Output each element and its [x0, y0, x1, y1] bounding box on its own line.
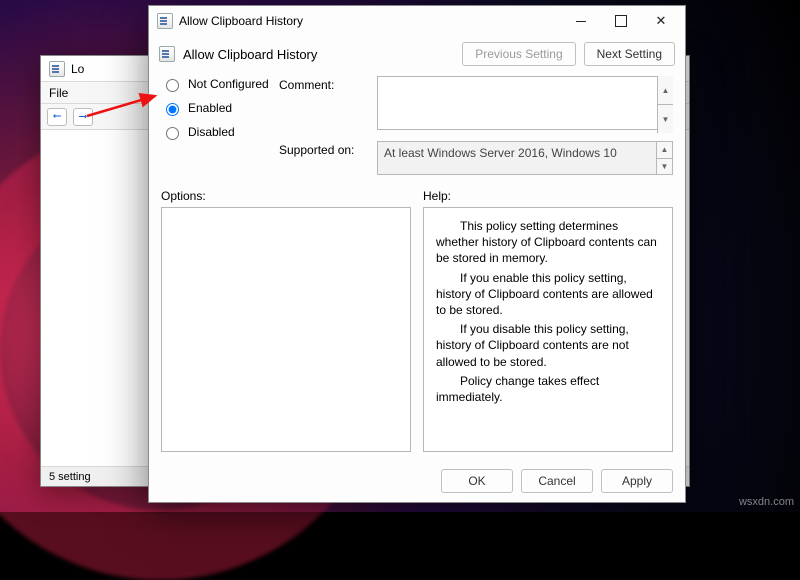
nav-forward-button[interactable]: ⭢	[73, 108, 93, 126]
dialog-titlebar[interactable]: Allow Clipboard History	[149, 6, 685, 36]
supported-scrollbar[interactable]: ▲▼	[656, 142, 672, 174]
minimize-button[interactable]	[561, 7, 601, 35]
radio-disabled-input[interactable]	[166, 127, 179, 140]
supported-on-box: At least Windows Server 2016, Windows 10…	[377, 141, 673, 175]
dialog-window-title: Allow Clipboard History	[179, 14, 303, 28]
help-p3: If you disable this policy setting, hist…	[436, 321, 660, 370]
supported-on-text: At least Windows Server 2016, Windows 10	[384, 146, 617, 160]
close-button[interactable]	[641, 7, 681, 35]
dialog-footer: OK Cancel Apply	[149, 460, 685, 502]
radio-enabled[interactable]: Enabled	[161, 100, 271, 116]
radio-disabled[interactable]: Disabled	[161, 124, 271, 140]
radio-enabled-input[interactable]	[166, 103, 179, 116]
apply-button[interactable]: Apply	[601, 469, 673, 493]
dialog-header: Allow Clipboard History Previous Setting…	[149, 36, 685, 72]
help-panel: This policy setting determines whether h…	[423, 207, 673, 452]
help-p2: If you enable this policy setting, histo…	[436, 270, 660, 319]
policy-icon	[157, 13, 173, 29]
policy-name: Allow Clipboard History	[183, 47, 454, 62]
help-p1: This policy setting determines whether h…	[436, 218, 660, 267]
ok-button[interactable]: OK	[441, 469, 513, 493]
watermark: wsxdn.com	[739, 496, 794, 508]
menu-file[interactable]: File	[49, 82, 68, 103]
policy-dialog: Allow Clipboard History Allow Clipboard …	[148, 5, 686, 503]
help-label: Help:	[423, 189, 673, 203]
radio-not-configured-label: Not Configured	[188, 77, 269, 91]
next-setting-button[interactable]: Next Setting	[584, 42, 675, 66]
radio-not-configured-input[interactable]	[166, 79, 179, 92]
gpedit-icon	[49, 61, 65, 77]
cancel-button[interactable]: Cancel	[521, 469, 593, 493]
maximize-button[interactable]	[601, 7, 641, 35]
options-panel	[161, 207, 411, 452]
radio-enabled-label: Enabled	[188, 101, 232, 115]
comment-label: Comment:	[279, 76, 369, 92]
gpedit-title-text: Lo	[71, 56, 84, 82]
supported-label: Supported on:	[279, 141, 369, 157]
state-radio-group: Not Configured Enabled Disabled	[161, 76, 271, 140]
comment-scrollbar[interactable]: ▲▼	[657, 76, 673, 133]
nav-back-button[interactable]: ⭠	[47, 108, 67, 126]
comment-textarea[interactable]	[377, 76, 673, 130]
radio-disabled-label: Disabled	[188, 125, 235, 139]
options-label: Options:	[161, 189, 411, 203]
help-p4: Policy change takes effect immediately.	[436, 373, 660, 405]
radio-not-configured[interactable]: Not Configured	[161, 76, 271, 92]
previous-setting-button[interactable]: Previous Setting	[462, 42, 575, 66]
policy-header-icon	[159, 46, 175, 62]
